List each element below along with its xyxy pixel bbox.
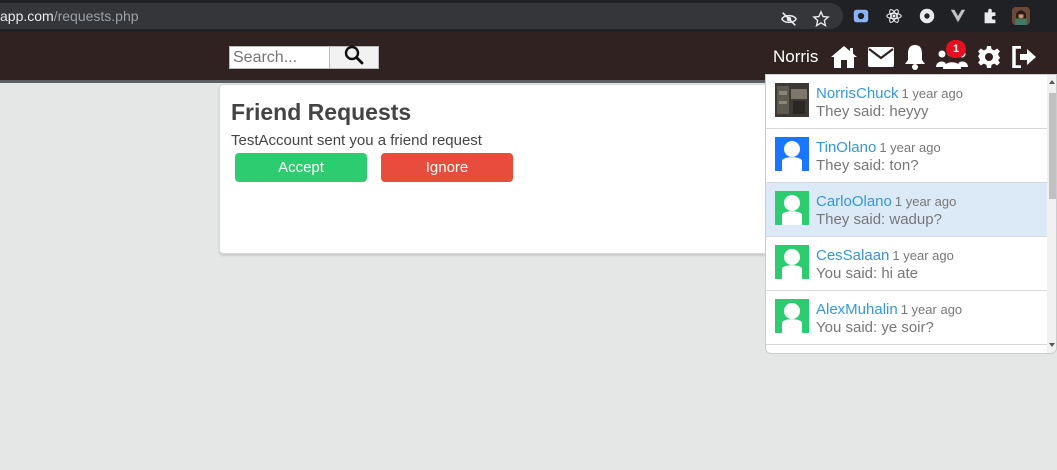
friend-requests-panel: Friend Requests TestAccount sent you a f… (219, 84, 779, 254)
scroll-down-icon[interactable] (1049, 343, 1055, 347)
dropdown-scrollbar[interactable] (1047, 75, 1056, 353)
envelope-icon[interactable] (868, 43, 894, 71)
search-input[interactable] (229, 46, 330, 69)
message-preview: They said: wadup? (816, 211, 942, 228)
scrollbar-thumb[interactable] (1049, 93, 1056, 199)
message-item[interactable]: CesSalaan 1 year ago You said: hi ate (766, 237, 1048, 291)
profile-avatar[interactable] (1010, 5, 1032, 27)
messages-dropdown: NorrisChuck 1 year ago They said: heyyy T… (765, 74, 1057, 354)
react-icon[interactable] (884, 6, 904, 26)
circle-extension-icon[interactable] (917, 6, 937, 26)
message-sender[interactable]: TinOlano 1 year ago (816, 139, 941, 156)
vue-icon[interactable] (948, 6, 968, 26)
search-icon (344, 45, 364, 70)
message-preview: You said: hi ate (816, 265, 919, 282)
puzzle-extension-icon[interactable] (980, 6, 1000, 26)
eye-slash-icon[interactable] (779, 9, 799, 29)
star-icon[interactable] (811, 9, 831, 29)
screen-capture-icon[interactable] (851, 6, 871, 26)
avatar (775, 245, 809, 279)
avatar (775, 299, 809, 333)
message-sender[interactable]: NorrisChuck 1 year ago (816, 85, 963, 102)
message-time: 1 year ago (900, 302, 963, 317)
browser-toolbar: app.com/requests.php (0, 0, 1057, 32)
search-button[interactable] (329, 45, 379, 70)
message-sender[interactable]: CarloOlano 1 year ago (816, 193, 956, 210)
message-item[interactable]: NorrisChuck 1 year ago They said: heyyy (766, 75, 1048, 129)
avatar (775, 137, 809, 171)
friend-request-text: TestAccount sent you a friend request (231, 132, 482, 149)
message-preview: They said: heyyy (816, 103, 929, 120)
ignore-button[interactable]: Ignore (381, 153, 513, 182)
avatar (775, 83, 809, 117)
message-time: 1 year ago (894, 194, 957, 209)
url-path: /requests.php (53, 8, 139, 24)
scroll-up-icon[interactable] (1049, 80, 1055, 84)
message-time: 1 year ago (892, 248, 954, 263)
message-item[interactable]: CarloOlano 1 year ago They said: wadup? (766, 183, 1048, 237)
username-label[interactable]: Norris (773, 47, 818, 67)
message-time: 1 year ago (901, 86, 963, 101)
address-bar[interactable]: app.com/requests.php (0, 3, 843, 29)
message-item[interactable]: AlexMuhalin 1 year ago You said: ye soir? (766, 291, 1048, 345)
message-preview: They said: ton? (816, 157, 919, 174)
avatar (775, 191, 809, 225)
message-item[interactable]: TinOlano 1 year ago They said: ton? (766, 129, 1048, 183)
url-domain: app.com (0, 8, 54, 24)
accept-button[interactable]: Accept (235, 153, 367, 182)
bell-icon[interactable] (903, 43, 927, 71)
notification-badge: 1 (946, 40, 966, 58)
home-icon[interactable] (830, 43, 858, 71)
message-sender[interactable]: CesSalaan 1 year ago (816, 247, 954, 264)
gear-icon[interactable] (977, 43, 1001, 71)
message-time: 1 year ago (879, 140, 941, 155)
message-sender[interactable]: AlexMuhalin 1 year ago (816, 301, 962, 318)
page-title: Friend Requests (231, 99, 412, 125)
logout-icon[interactable] (1012, 43, 1038, 71)
message-preview: You said: ye soir? (816, 319, 934, 336)
url-text: app.com/requests.php (0, 8, 139, 24)
app-navbar (0, 32, 1057, 80)
